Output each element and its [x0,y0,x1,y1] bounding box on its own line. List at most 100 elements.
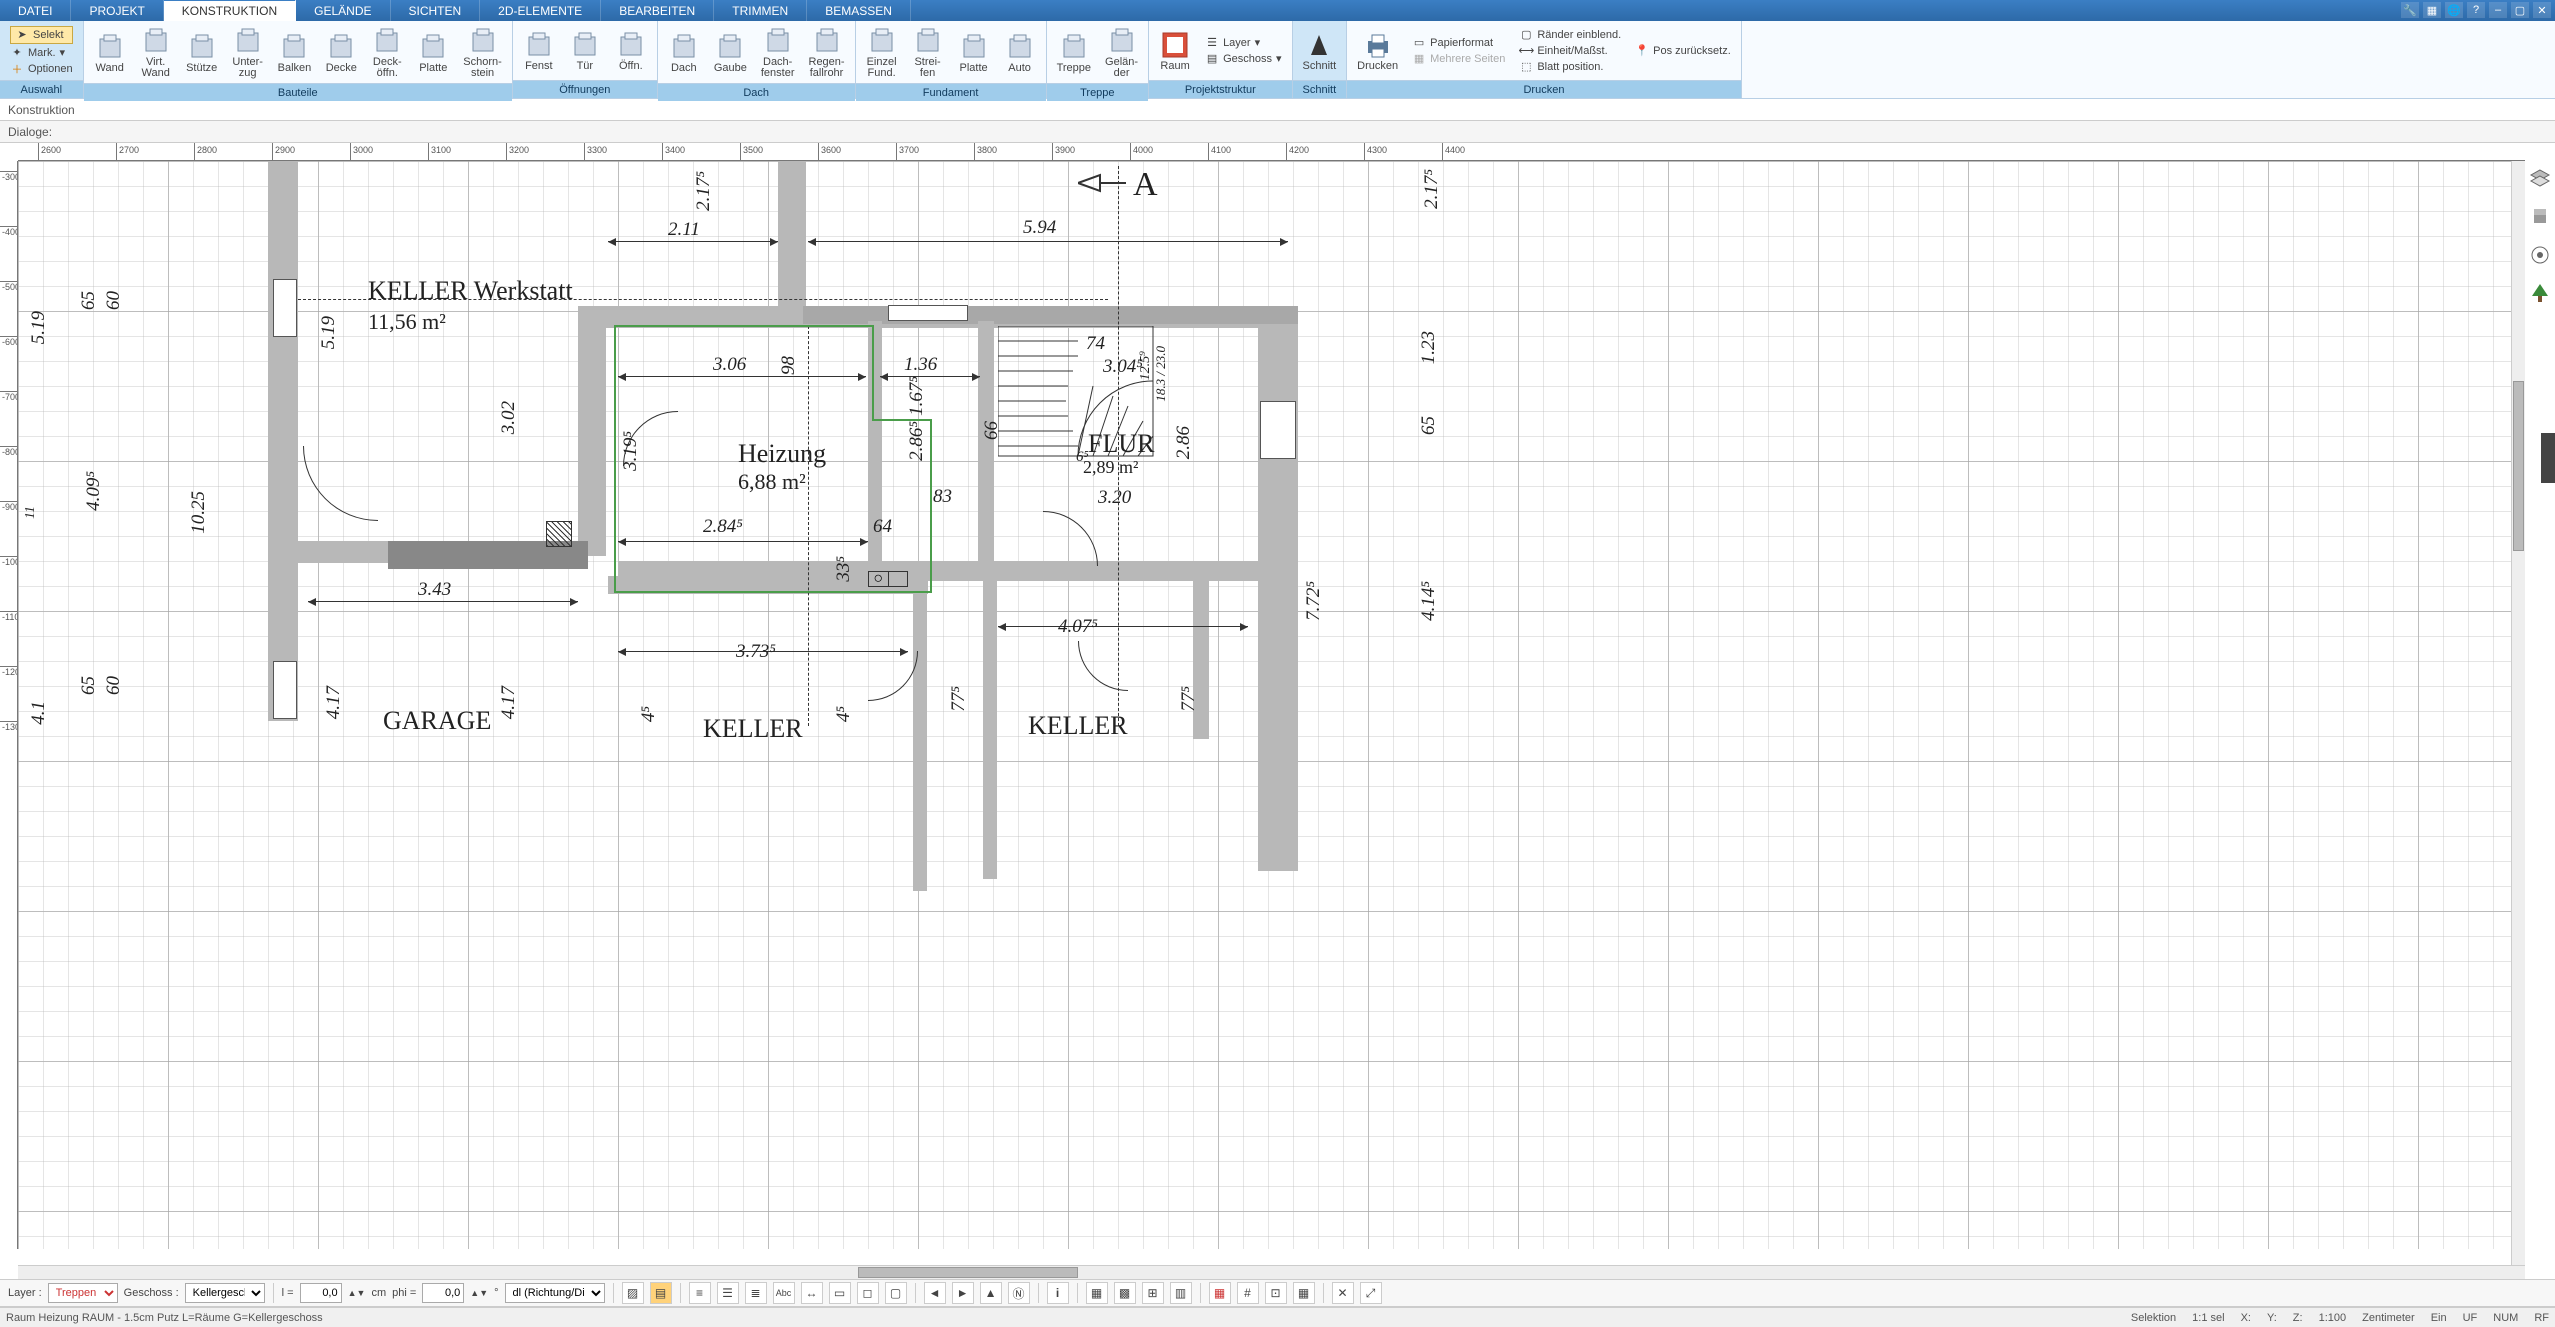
tab-bemassen[interactable]: BEMASSEN [807,0,911,21]
hscroll-thumb[interactable] [858,1267,1078,1278]
virt-wand-button[interactable]: Virt. Wand [134,23,178,81]
maximize-icon[interactable]: ▢ [2511,2,2529,18]
mark-button[interactable]: ✦Mark. ▾ [10,46,73,60]
geschoss-select[interactable]: Kellergesch [185,1283,265,1303]
wand-button[interactable]: Wand [88,29,132,76]
oeffn-button[interactable]: Öffn. [609,27,653,74]
tool-i[interactable]: i [1047,1282,1069,1304]
chair-icon[interactable] [2528,205,2552,229]
target-icon[interactable] [2528,243,2552,267]
tool-hash3[interactable]: ▦ [1293,1282,1315,1304]
tool-circle-n[interactable]: Ⓝ [1008,1282,1030,1304]
tool-abc[interactable]: Abc [773,1282,795,1304]
gaube-button[interactable]: Gaube [708,29,753,76]
tab-gelaende[interactable]: GELÄNDE [296,0,390,21]
vscroll-thumb[interactable] [2513,381,2524,551]
tool-rect[interactable]: ▭ [829,1282,851,1304]
tool-x[interactable]: ✕ [1332,1282,1354,1304]
auto-button[interactable]: Auto [998,29,1042,76]
box-icon[interactable]: ▦ [2423,2,2441,18]
raender-button[interactable]: ▢Ränder einblend. [1519,28,1621,42]
dim-line [618,376,866,377]
dach-button[interactable]: Dach [662,29,706,76]
platte2-button[interactable]: Platte [952,29,996,76]
help-icon[interactable]: ? [2467,2,2485,18]
stuetze-button[interactable]: Stütze [180,29,224,76]
einzelfund-button[interactable]: Einzel Fund. [860,23,904,81]
tab-2d-elemente[interactable]: 2D-ELEMENTE [480,0,601,21]
l-input[interactable] [300,1283,342,1303]
align-left[interactable]: ≡ [689,1282,711,1304]
treppe-button[interactable]: Treppe [1051,29,1097,76]
raum-button[interactable]: Raum [1153,27,1197,74]
tool-arrow-u[interactable]: ▲ [980,1282,1002,1304]
ruler-vertical[interactable]: -300-400-500-600-700-800-900-1000-1100-1… [0,161,18,1249]
tuer-button[interactable]: Tür [563,27,607,74]
schornstein-button[interactable]: Schorn- stein [457,23,508,81]
selekt-button[interactable]: ➤Selekt [10,26,73,44]
tool-arrow-r[interactable]: ► [952,1282,974,1304]
tool-ruler[interactable]: ↔ [801,1282,823,1304]
tool-btn-1[interactable]: ▨ [622,1282,644,1304]
dim-7725: 7.72⁵ [1303,581,1325,621]
tab-datei[interactable]: DATEI [0,0,71,21]
gelaender-button[interactable]: Gelän- der [1099,23,1144,81]
tool-hash2[interactable]: ⊡ [1265,1282,1287,1304]
fenst-button[interactable]: Fenst [517,27,561,74]
schnitt-button[interactable]: Schnitt [1297,27,1343,74]
close-icon[interactable]: ✕ [2533,2,2551,18]
optionen-button[interactable]: ＋Optionen [10,62,73,76]
vertical-scrollbar[interactable] [2511,161,2525,1265]
layer-dropdown[interactable]: ☰Layer ▾ [1205,36,1281,50]
layer-select[interactable]: Treppen [48,1283,118,1303]
room-label-keller1: KELLER [703,714,803,744]
room-icon [1159,29,1191,61]
unterzug-button[interactable]: Unter- zug [226,23,270,81]
tab-bearbeiten[interactable]: BEARBEITEN [601,0,714,21]
geschoss-dropdown[interactable]: ▤Geschoss ▾ [1205,52,1281,66]
platte-button[interactable]: Platte [411,29,455,76]
dim-83: 83 [933,486,952,508]
deckoeffn-button[interactable]: Deck- öffn. [365,23,409,81]
balken-button[interactable]: Balken [272,29,318,76]
tool-arrow-l[interactable]: ◄ [924,1282,946,1304]
tool-rect3[interactable]: ▢ [885,1282,907,1304]
dachfenster-button[interactable]: Dach- fenster [755,23,801,81]
tool-grid2[interactable]: ▩ [1114,1282,1136,1304]
phi-input[interactable] [422,1283,464,1303]
minimize-icon[interactable]: – [2489,2,2507,18]
tree-icon[interactable] [2528,281,2552,305]
tab-konstruktion[interactable]: KONSTRUKTION [164,0,296,21]
ruler-horizontal[interactable]: 2600270028002900300031003200330034003500… [18,143,2525,161]
tab-trimmen[interactable]: TRIMMEN [714,0,807,21]
einheit-button[interactable]: ⟷Einheit/Maßst. [1519,44,1621,58]
pos-reset-button[interactable]: 📍Pos zurücksetz. [1635,44,1731,58]
tab-projekt[interactable]: PROJEKT [71,0,163,21]
streifen-button[interactable]: Strei- fen [906,23,950,81]
tool-grid1[interactable]: ▦ [1086,1282,1108,1304]
papierformat-button[interactable]: ▭Papierformat [1412,36,1505,50]
tab-sichten[interactable]: SICHTEN [391,0,481,21]
tool-hash1[interactable]: # [1237,1282,1259,1304]
regenfallrohr-button[interactable]: Regen- fallrohr [803,23,851,81]
tool-rect2[interactable]: ◻ [857,1282,879,1304]
drucken-button[interactable]: Drucken [1351,27,1404,74]
horizontal-scrollbar[interactable] [18,1265,2525,1279]
drawing-viewport[interactable]: A KELLER Werkstatt 11,56 m² Heizung 6,88… [18,161,2525,1249]
side-panel-handle[interactable] [2541,433,2555,483]
globe-icon[interactable]: 🌐 [2445,2,2463,18]
align-center[interactable]: ☰ [717,1282,739,1304]
align-right[interactable]: ≣ [745,1282,767,1304]
mehrere-seiten-button[interactable]: ▦Mehrere Seiten [1412,52,1505,66]
layers-3d-icon[interactable] [2528,167,2552,191]
tool-btn-2[interactable]: ▤ [650,1282,672,1304]
wrench-icon[interactable]: 🔧 [2401,2,2419,18]
tool-red[interactable]: ▦ [1209,1282,1231,1304]
dl-select[interactable]: dl (Richtung/Di [505,1283,605,1303]
dim-183: 18.3 / 23.0 [1153,346,1169,402]
decke-button[interactable]: Decke [319,29,363,76]
tool-expand[interactable]: ⤢ [1360,1282,1382,1304]
blatt-button[interactable]: ⬚Blatt position. [1519,60,1621,74]
tool-grid3[interactable]: ⊞ [1142,1282,1164,1304]
tool-grid4[interactable]: ▥ [1170,1282,1192,1304]
